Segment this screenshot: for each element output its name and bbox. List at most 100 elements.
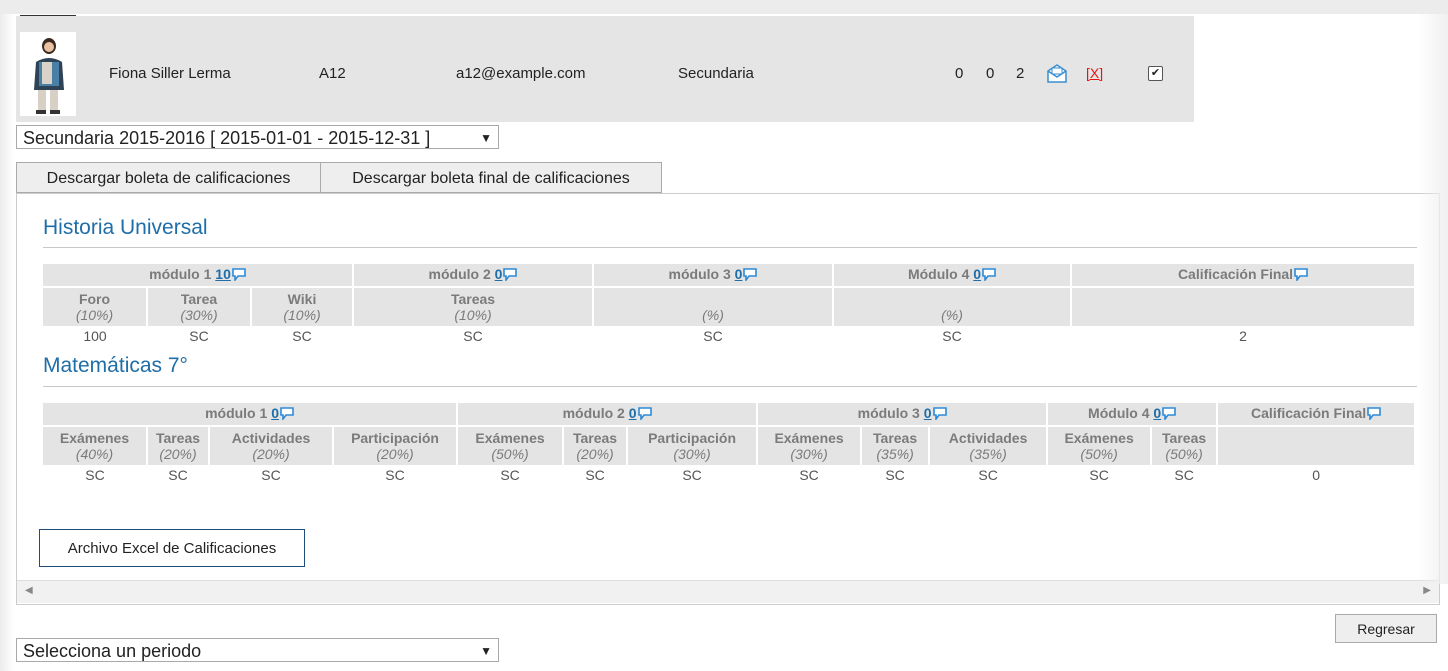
activity-header: Tarea (30%): [147, 286, 252, 326]
dropdown-arrow-icon: ▼: [480, 644, 492, 658]
comment-icon[interactable]: [743, 268, 758, 284]
module-comments-link[interactable]: 0: [629, 405, 637, 421]
grades-panel: Historia Universal módulo 1 10 módulo 2 …: [16, 193, 1440, 605]
activity-header-row: Foro (10%) Tarea (30%) Wiki (10%) Tareas (10…: [43, 286, 1417, 326]
student-id: A12: [319, 65, 346, 82]
module-comments-link[interactable]: 0: [1153, 405, 1161, 421]
activity-header: Actividades (20%): [209, 425, 334, 465]
left-edge: [0, 14, 14, 671]
select-student-checkbox[interactable]: ✔: [1148, 66, 1163, 81]
remove-student-link[interactable]: [X]: [1086, 65, 1103, 81]
comment-icon[interactable]: [1294, 268, 1308, 284]
module-comments-link[interactable]: 0: [735, 266, 743, 282]
grade-value: SC: [978, 467, 998, 483]
student-row: Fiona Siller Lerma A12 a12@example.com S…: [16, 16, 1194, 122]
activity-header: Participación (30%): [627, 425, 759, 465]
student-name: Fiona Siller Lerma: [109, 65, 231, 82]
comment-icon[interactable]: [280, 407, 294, 423]
scroll-right-icon[interactable]: ▶: [1423, 585, 1431, 596]
activity-header: Participación (20%): [333, 425, 459, 465]
grade-value: SC: [1089, 467, 1109, 483]
grade-value: SC: [385, 467, 405, 483]
back-button[interactable]: Regresar: [1335, 614, 1437, 643]
activity-header: Tareas (20%): [563, 425, 629, 465]
excel-export-button[interactable]: Archivo Excel de Calificaciones: [39, 529, 305, 567]
student-avatar: [20, 32, 76, 116]
grades-table-historia: módulo 1 10 módulo 2 0 módulo 3 0 Módulo…: [43, 264, 1417, 346]
module-comments-link[interactable]: 0: [495, 266, 503, 282]
student-level: Secundaria: [678, 65, 754, 82]
grade-values-row: SC SC SC SC SC SC SC SC SC SC SC SC 0: [43, 465, 1415, 485]
grade-value: SC: [292, 328, 312, 344]
final-grade-value: 2: [1239, 328, 1247, 344]
comment-icon[interactable]: [982, 268, 996, 284]
activity-header: Actividades (35%): [929, 425, 1049, 465]
module-header: módulo 3 0: [757, 403, 1049, 426]
module-comments-link[interactable]: 0: [973, 266, 981, 282]
grade-value: SC: [85, 467, 105, 483]
grade-value: SC: [799, 467, 819, 483]
activity-header: Wiki (10%): [251, 286, 355, 326]
grade-value: SC: [585, 467, 605, 483]
course-title: Matemáticas 7°: [43, 354, 188, 377]
course-divider: [43, 247, 1417, 248]
module-header: módulo 3 0: [593, 264, 835, 287]
grade-value: SC: [261, 467, 281, 483]
module-header: módulo 2 0: [353, 264, 595, 287]
grade-value: 100: [83, 328, 107, 344]
period-select-value: Secundaria 2015-2016 [ 2015-01-01 - 2015…: [23, 128, 431, 148]
grade-value: SC: [703, 328, 723, 344]
comment-icon[interactable]: [232, 268, 246, 284]
period-select[interactable]: Secundaria 2015-2016 [ 2015-01-01 - 2015…: [16, 125, 499, 149]
module-comments-link[interactable]: 0: [924, 405, 932, 421]
comment-icon[interactable]: [1367, 407, 1381, 423]
activity-header: Tareas (35%): [861, 425, 931, 465]
activity-header: (%): [593, 286, 835, 326]
activity-header: Exámenes (30%): [757, 425, 863, 465]
module-comments-link[interactable]: 10: [215, 266, 231, 282]
grade-values-row: 100 SC SC SC SC SC 2: [43, 326, 1415, 346]
activity-header: Exámenes (50%): [457, 425, 565, 465]
module-comments-link[interactable]: 0: [271, 405, 279, 421]
final-grade-value: 0: [1312, 467, 1320, 483]
activity-header: Tareas (20%): [147, 425, 210, 465]
course-divider: [43, 386, 1417, 387]
course-title: Historia Universal: [43, 216, 208, 239]
dropdown-arrow-icon: ▼: [480, 131, 492, 145]
grade-value: SC: [463, 328, 483, 344]
scroll-left-icon[interactable]: ◀: [25, 585, 33, 596]
download-report-card-button[interactable]: Descargar boleta de calificaciones: [16, 162, 321, 193]
final-grade-header: Calificación Final: [1071, 264, 1417, 287]
grade-value: SC: [942, 328, 962, 344]
activity-header: Exámenes (50%): [1047, 425, 1153, 465]
period-picker-value: Selecciona un periodo: [23, 641, 202, 661]
count-a: 0: [955, 65, 964, 82]
module-header: Módulo 4 0: [833, 264, 1073, 287]
download-final-report-card-button[interactable]: Descargar boleta final de calificaciones: [320, 162, 662, 193]
module-header-row: módulo 1 0 módulo 2 0 módulo 3 0 Módulo …: [43, 403, 1417, 426]
module-header: módulo 1 10: [43, 264, 355, 287]
activity-header-row: Exámenes (40%) Tareas (20%) Actividades (20…: [43, 425, 1417, 465]
comment-icon[interactable]: [932, 407, 947, 423]
grade-value: SC: [168, 467, 188, 483]
comment-icon[interactable]: [1162, 407, 1176, 423]
comment-icon[interactable]: [503, 268, 518, 284]
module-header: módulo 2 0: [457, 403, 759, 426]
horizontal-scrollbar[interactable]: ◀ ▶: [17, 580, 1439, 603]
send-message-icon[interactable]: [1046, 64, 1068, 89]
activity-header: (%): [833, 286, 1073, 326]
module-header: Módulo 4 0: [1047, 403, 1219, 426]
activity-header: Exámenes (40%): [43, 425, 148, 465]
module-header: módulo 1 0: [43, 403, 459, 426]
period-picker[interactable]: Selecciona un periodo ▼: [16, 638, 499, 662]
grade-value: SC: [682, 467, 702, 483]
activity-header: [1217, 425, 1417, 465]
activity-header: [1071, 286, 1417, 326]
count-c: 2: [1016, 65, 1025, 82]
top-bar: [0, 0, 1448, 14]
grade-value: SC: [885, 467, 905, 483]
module-header-row: módulo 1 10 módulo 2 0 módulo 3 0 Módulo…: [43, 264, 1417, 287]
activity-header: Tareas (10%): [353, 286, 595, 326]
comment-icon[interactable]: [637, 407, 652, 423]
grade-value: SC: [1174, 467, 1194, 483]
